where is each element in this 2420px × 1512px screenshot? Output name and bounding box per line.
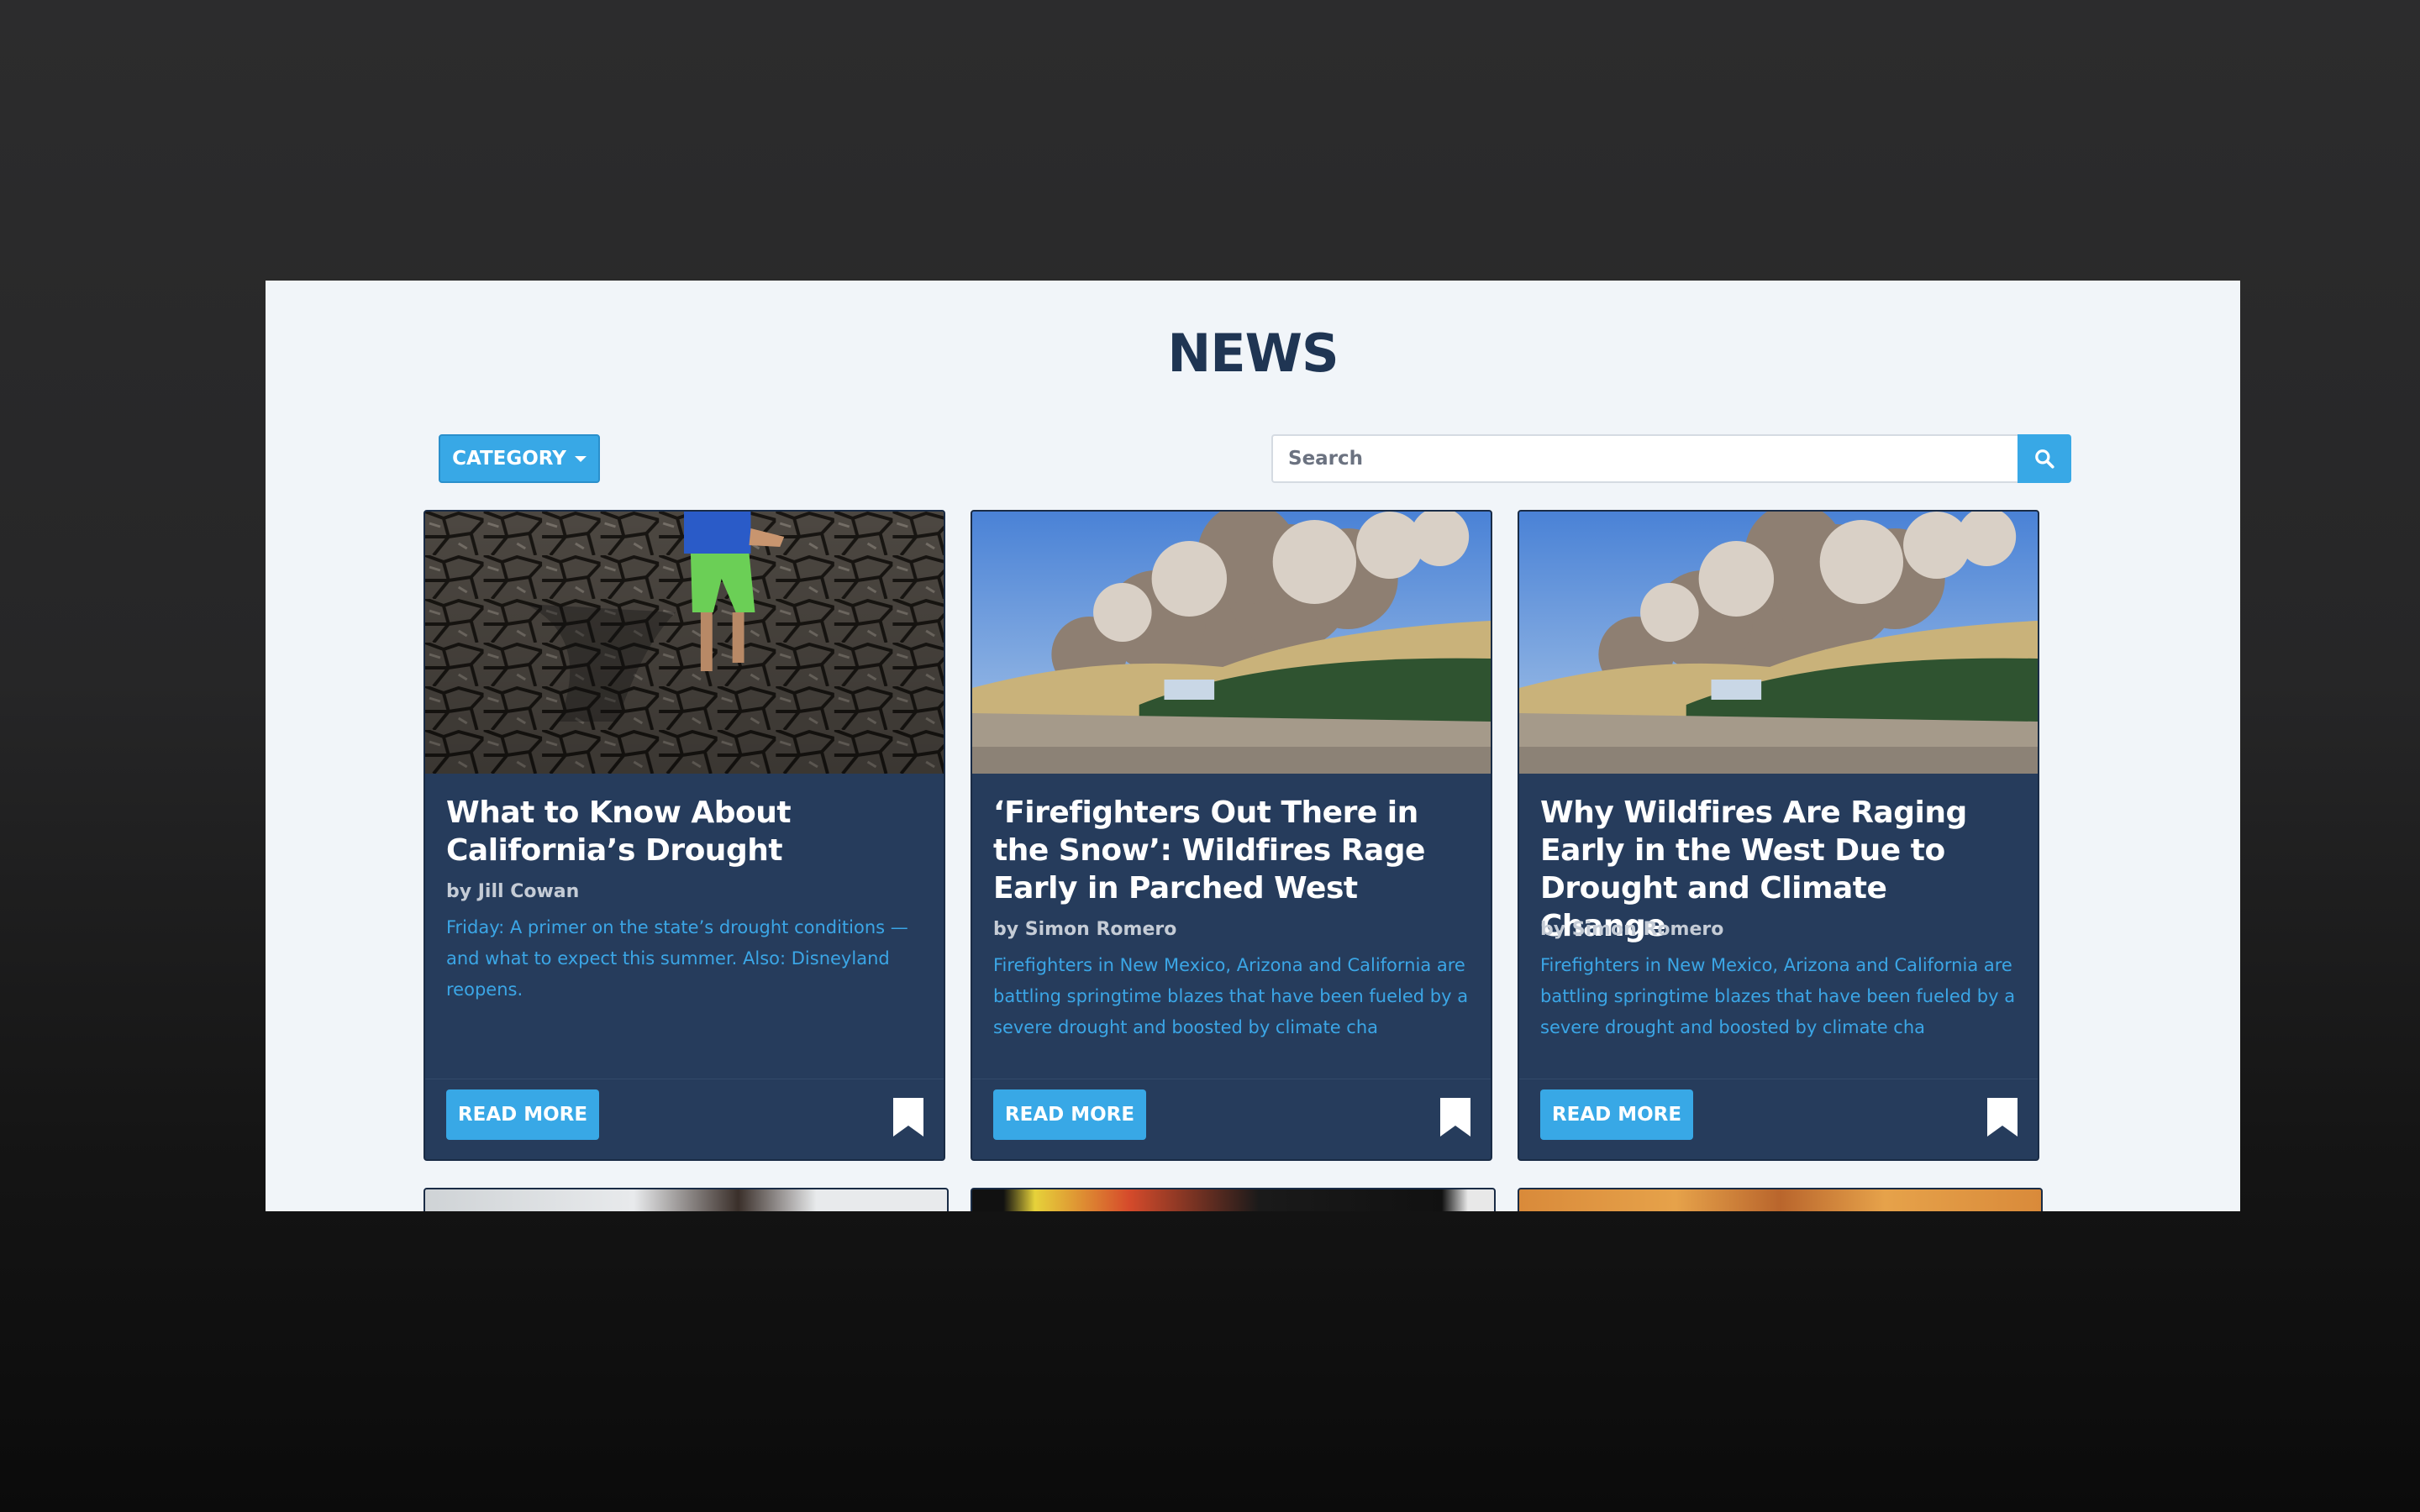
news-card-next-row[interactable] [1518, 1188, 2043, 1211]
card-title[interactable]: ‘Firefighters Out There in the Snow’: Wi… [993, 794, 1470, 907]
news-card: What to Know About California’s Drought … [424, 510, 945, 1161]
card-description: Friday: A primer on the state’s drought … [446, 917, 908, 1000]
news-page: NEWS CATEGORY Search What to Know About … [266, 281, 2240, 1211]
caret-down-icon [574, 455, 587, 462]
bookmark-icon[interactable] [1439, 1096, 1472, 1138]
card-footer: READ MORE [972, 1079, 1491, 1159]
card-description: Firefighters in New Mexico, Arizona and … [993, 955, 1469, 1037]
card-author: by Simon Romero [1540, 919, 1724, 940]
card-footer: READ MORE [425, 1079, 944, 1159]
card-image-wildfire [972, 512, 1491, 774]
card-footer: READ MORE [1519, 1079, 2038, 1159]
search-bar [1271, 434, 2071, 483]
card-title[interactable]: What to Know About California’s Drought [446, 794, 923, 869]
news-card-next-row[interactable] [424, 1188, 949, 1211]
category-dropdown-button[interactable]: CATEGORY [439, 434, 600, 483]
read-more-button[interactable]: READ MORE [993, 1089, 1146, 1140]
bookmark-icon[interactable] [1986, 1096, 2019, 1138]
card-image-wildfire [1519, 512, 2038, 774]
search-input[interactable] [1271, 434, 2018, 483]
read-more-button[interactable]: READ MORE [446, 1089, 599, 1140]
search-button[interactable] [2018, 434, 2071, 483]
card-description: Firefighters in New Mexico, Arizona and … [1540, 955, 2016, 1037]
card-image-cracked-earth [425, 512, 944, 774]
read-more-button[interactable]: READ MORE [1540, 1089, 1693, 1140]
news-card-next-row[interactable] [971, 1188, 1496, 1211]
page-title: NEWS [1167, 323, 1339, 384]
news-card: ‘Firefighters Out There in the Snow’: Wi… [971, 510, 1492, 1161]
category-label: CATEGORY [452, 448, 566, 470]
search-icon [2035, 449, 2054, 469]
card-author: by Jill Cowan [446, 881, 580, 902]
card-author: by Simon Romero [993, 919, 1177, 940]
bookmark-icon[interactable] [892, 1096, 925, 1138]
news-card: Why Wildfires Are Raging Early in the We… [1518, 510, 2039, 1161]
